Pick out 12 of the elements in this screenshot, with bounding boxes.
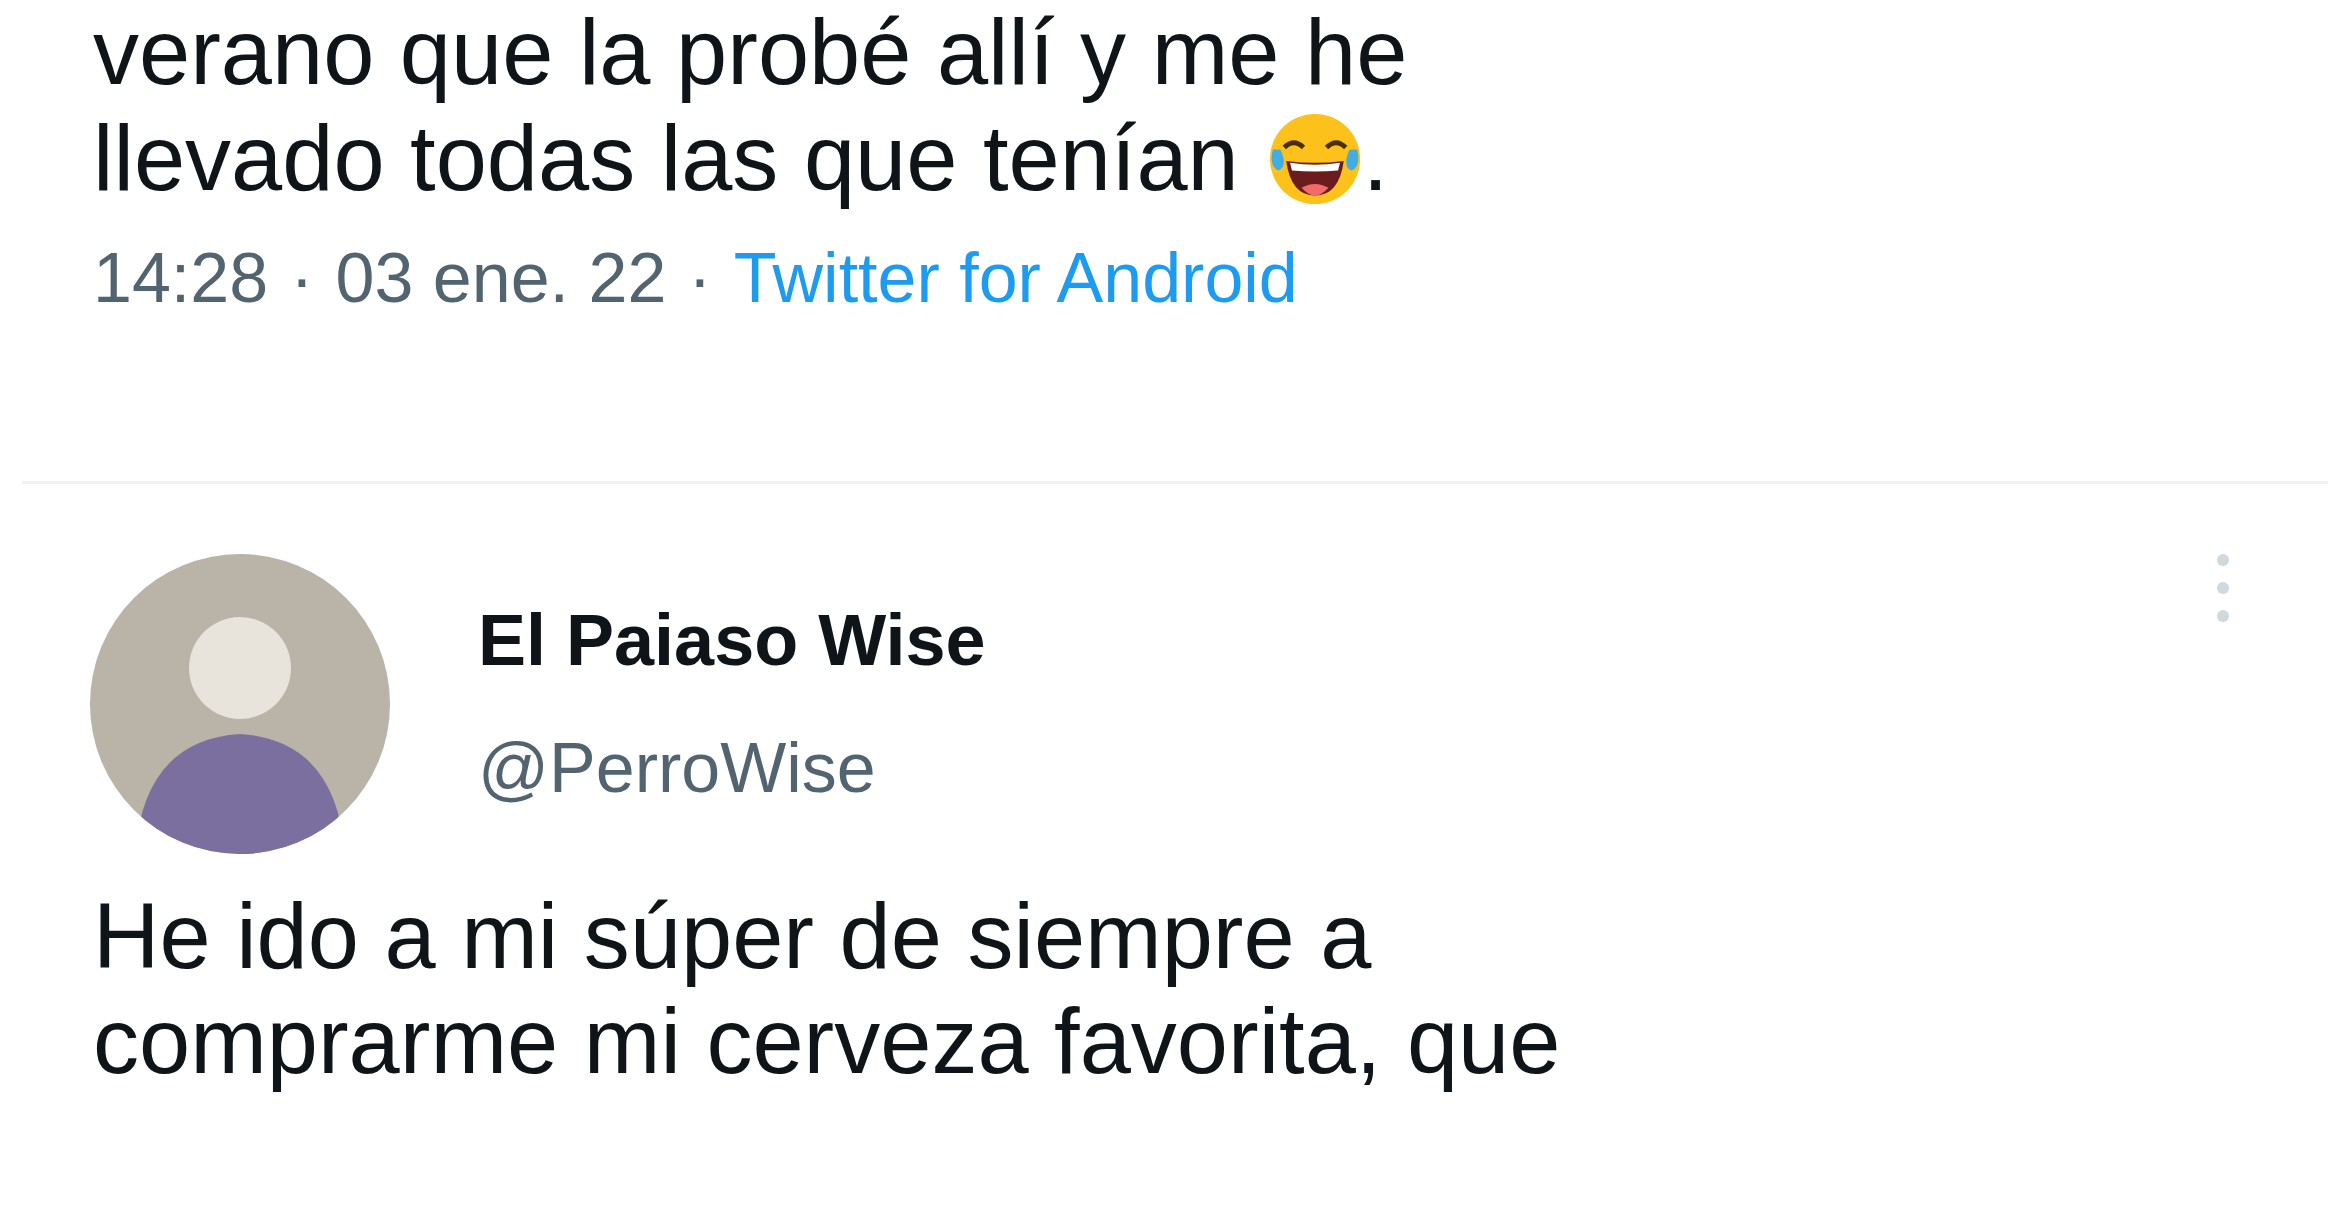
tweet-text-line: comprarme mi cerveza favorita, que: [92, 989, 1562, 1095]
user-handle: @PerroWise: [478, 728, 877, 810]
tweet-text-line: llevado todas las que tenían: [93, 105, 1239, 211]
tweet-text-line: verano que la probé allí y me he: [92, 0, 1409, 105]
separator-dot: ·: [688, 237, 712, 319]
separator-dot: ·: [290, 237, 314, 319]
user-name: El Paiaso Wise: [478, 599, 987, 683]
source-link[interactable]: Twitter for Android: [733, 225, 1298, 331]
tweet-text-period: .: [1362, 105, 1389, 211]
tweet-time: 14:28: [93, 237, 269, 319]
tweet-date: 03 ene. 22: [335, 237, 667, 319]
tweet-text-line: He ido a mi súper de siempre a: [92, 883, 1373, 989]
